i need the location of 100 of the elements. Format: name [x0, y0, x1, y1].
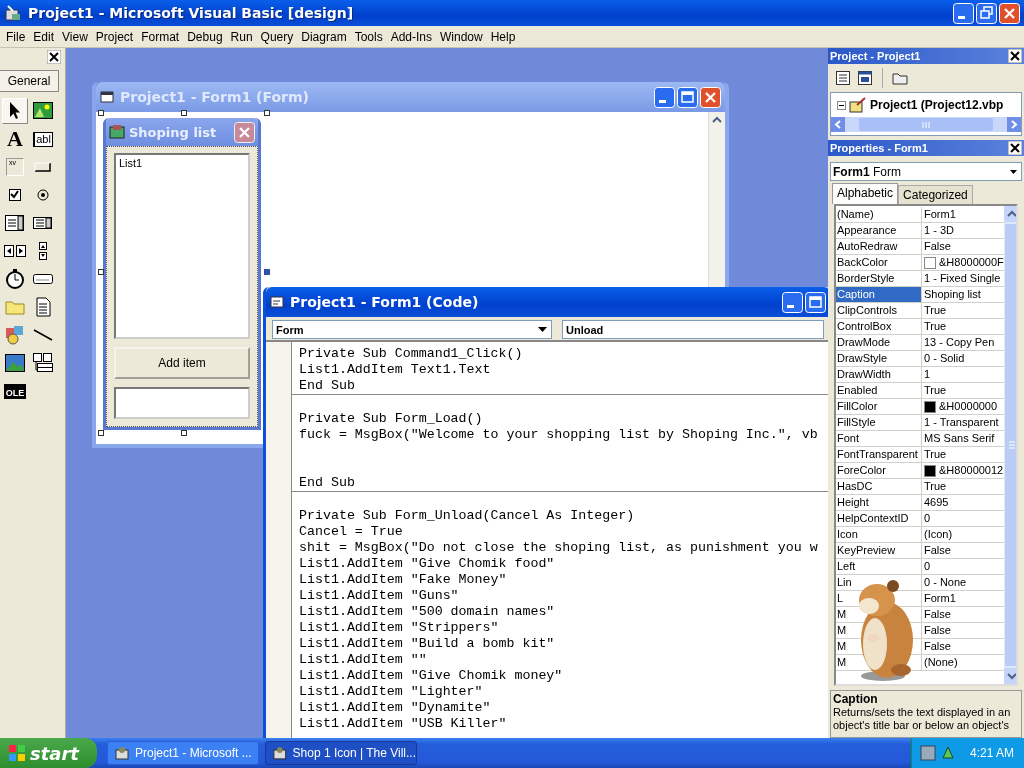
tab[interactable]: Alphabetic: [832, 183, 899, 204]
property-name[interactable]: ControlBox: [836, 319, 892, 334]
property-name[interactable]: M: [836, 607, 847, 622]
window-title: Project1 - Form1 (Form): [120, 89, 310, 105]
menu-item[interactable]: Help: [486, 29, 520, 44]
toolbox-tab[interactable]: General: [0, 70, 59, 92]
code-line: Private Sub Form_Load(): [299, 411, 483, 426]
property-name[interactable]: ClipControls: [836, 303, 897, 318]
property-name[interactable]: FillColor: [836, 399, 878, 414]
menu-item[interactable]: Tools: [350, 29, 387, 44]
object-dropdown[interactable]: Form1 Form: [830, 162, 1022, 181]
property-value[interactable]: 1 - Transparent: [924, 415, 999, 430]
property-value[interactable]: &H0000000: [939, 399, 998, 414]
property-value[interactable]: True: [924, 383, 947, 398]
property-name[interactable]: M: [836, 623, 847, 638]
property-value[interactable]: True: [924, 447, 947, 462]
menu-item[interactable]: Query: [256, 29, 298, 44]
property-value[interactable]: Shoping list: [924, 287, 981, 302]
property-value[interactable]: False: [924, 239, 951, 254]
object-dropdown[interactable]: Form: [272, 320, 552, 339]
add-item-button[interactable]: Add item: [114, 347, 250, 379]
toolbox-button[interactable]: abl: [30, 126, 56, 152]
property-name[interactable]: Lin: [836, 575, 852, 590]
property-value[interactable]: 1: [924, 367, 931, 382]
menu-item[interactable]: View: [58, 29, 92, 44]
property-value[interactable]: Form1: [924, 591, 956, 606]
code-line: List1.AddItem "Give Chomik food": [299, 556, 555, 571]
property-value[interactable]: (None): [924, 655, 958, 670]
property-value[interactable]: 0: [924, 559, 931, 574]
property-value[interactable]: True: [924, 319, 947, 334]
property-value[interactable]: 0 - None: [924, 575, 967, 590]
property-value[interactable]: False: [924, 607, 951, 622]
property-value[interactable]: 13 - Copy Pen: [924, 335, 995, 350]
property-name[interactable]: KeyPreview: [836, 543, 896, 558]
description-title: Caption: [833, 693, 879, 706]
property-name[interactable]: DrawMode: [836, 335, 891, 350]
property-value[interactable]: MS Sans Serif: [924, 431, 995, 446]
code-line: List1.AddItem Text1.Text: [299, 362, 491, 377]
menu-item[interactable]: Add-Ins: [386, 29, 436, 44]
code-line: List1.AddItem "Fake Money": [299, 572, 507, 587]
property-name[interactable]: (Name): [836, 207, 874, 222]
code-line: Cancel = True: [299, 524, 403, 539]
menu-item[interactable]: File: [2, 29, 30, 44]
start-button[interactable]: start: [0, 738, 97, 768]
property-value[interactable]: &H8000000F: [939, 255, 1004, 270]
property-name[interactable]: Height: [836, 495, 869, 510]
tab[interactable]: Categorized: [898, 185, 973, 204]
property-name[interactable]: M: [836, 655, 847, 670]
property-name[interactable]: HelpContextID: [836, 511, 909, 526]
property-value[interactable]: False: [924, 639, 951, 654]
property-value[interactable]: Form1: [924, 207, 956, 222]
property-value[interactable]: 4695: [924, 495, 949, 510]
property-value[interactable]: True: [924, 303, 947, 318]
object-name: Form1: [833, 164, 870, 179]
code-line: fuck = MsgBox("Welcome to your shopping list by Shoping Inc.", vb: [299, 427, 818, 442]
property-name[interactable]: BackColor: [836, 255, 888, 270]
taskbar-button[interactable]: Project1 - Microsoft ...: [107, 741, 259, 765]
menu-item[interactable]: Project: [91, 29, 138, 44]
property-name[interactable]: L: [836, 591, 844, 606]
property-value[interactable]: 1 - Fixed Single: [924, 271, 1001, 286]
menu-item[interactable]: Run: [226, 29, 257, 44]
property-value[interactable]: (Icon): [924, 527, 953, 542]
code-line: List1.AddItem "": [299, 652, 427, 667]
menu-item[interactable]: Window: [436, 29, 487, 44]
property-name[interactable]: AutoRedraw: [836, 239, 898, 254]
property-value[interactable]: False: [924, 543, 951, 558]
code-line: List1.AddItem "USB Killer": [299, 716, 507, 731]
clock: 4:21 AM: [969, 746, 1014, 760]
code-line: List1.AddItem "Lighter": [299, 684, 483, 699]
property-name[interactable]: DrawStyle: [836, 351, 888, 366]
taskbar-button[interactable]: Shop 1 Icon | The Vill...: [265, 741, 417, 765]
toolbox-button[interactable]: A: [2, 126, 28, 152]
menu-item[interactable]: Diagram: [297, 29, 351, 44]
code-line: Private Sub Command1_Click(): [299, 346, 523, 361]
code-line: End Sub: [299, 475, 355, 490]
property-value[interactable]: 0: [924, 511, 931, 526]
property-name[interactable]: Enabled: [836, 383, 878, 398]
object-type: Form: [873, 164, 902, 179]
menu-item[interactable]: Edit: [29, 29, 59, 44]
list-item[interactable]: List1: [119, 157, 143, 169]
property-value[interactable]: 1 - 3D: [924, 223, 954, 238]
property-value[interactable]: False: [924, 623, 951, 638]
property-name[interactable]: BorderStyle: [836, 271, 895, 286]
menu-item[interactable]: Format: [137, 29, 184, 44]
property-name[interactable]: Font: [836, 431, 859, 446]
property-name[interactable]: Appearance: [836, 223, 897, 238]
property-name[interactable]: DrawWidth: [836, 367, 891, 382]
property-value[interactable]: &H80000012: [939, 463, 1004, 478]
property-name[interactable]: FontTransparent: [836, 447, 918, 462]
property-value[interactable]: 0 - Solid: [924, 351, 965, 366]
property-name[interactable]: ForeColor: [836, 463, 886, 478]
property-name[interactable]: M: [836, 639, 847, 654]
property-name[interactable]: HasDC: [836, 479, 873, 494]
procedure-dropdown[interactable]: Unload: [562, 320, 824, 339]
property-name[interactable]: Icon: [836, 527, 858, 542]
property-name[interactable]: Left: [836, 559, 856, 574]
property-value[interactable]: True: [924, 479, 947, 494]
property-name[interactable]: Caption: [836, 287, 921, 302]
menu-item[interactable]: Debug: [183, 29, 227, 44]
property-name[interactable]: FillStyle: [836, 415, 876, 430]
